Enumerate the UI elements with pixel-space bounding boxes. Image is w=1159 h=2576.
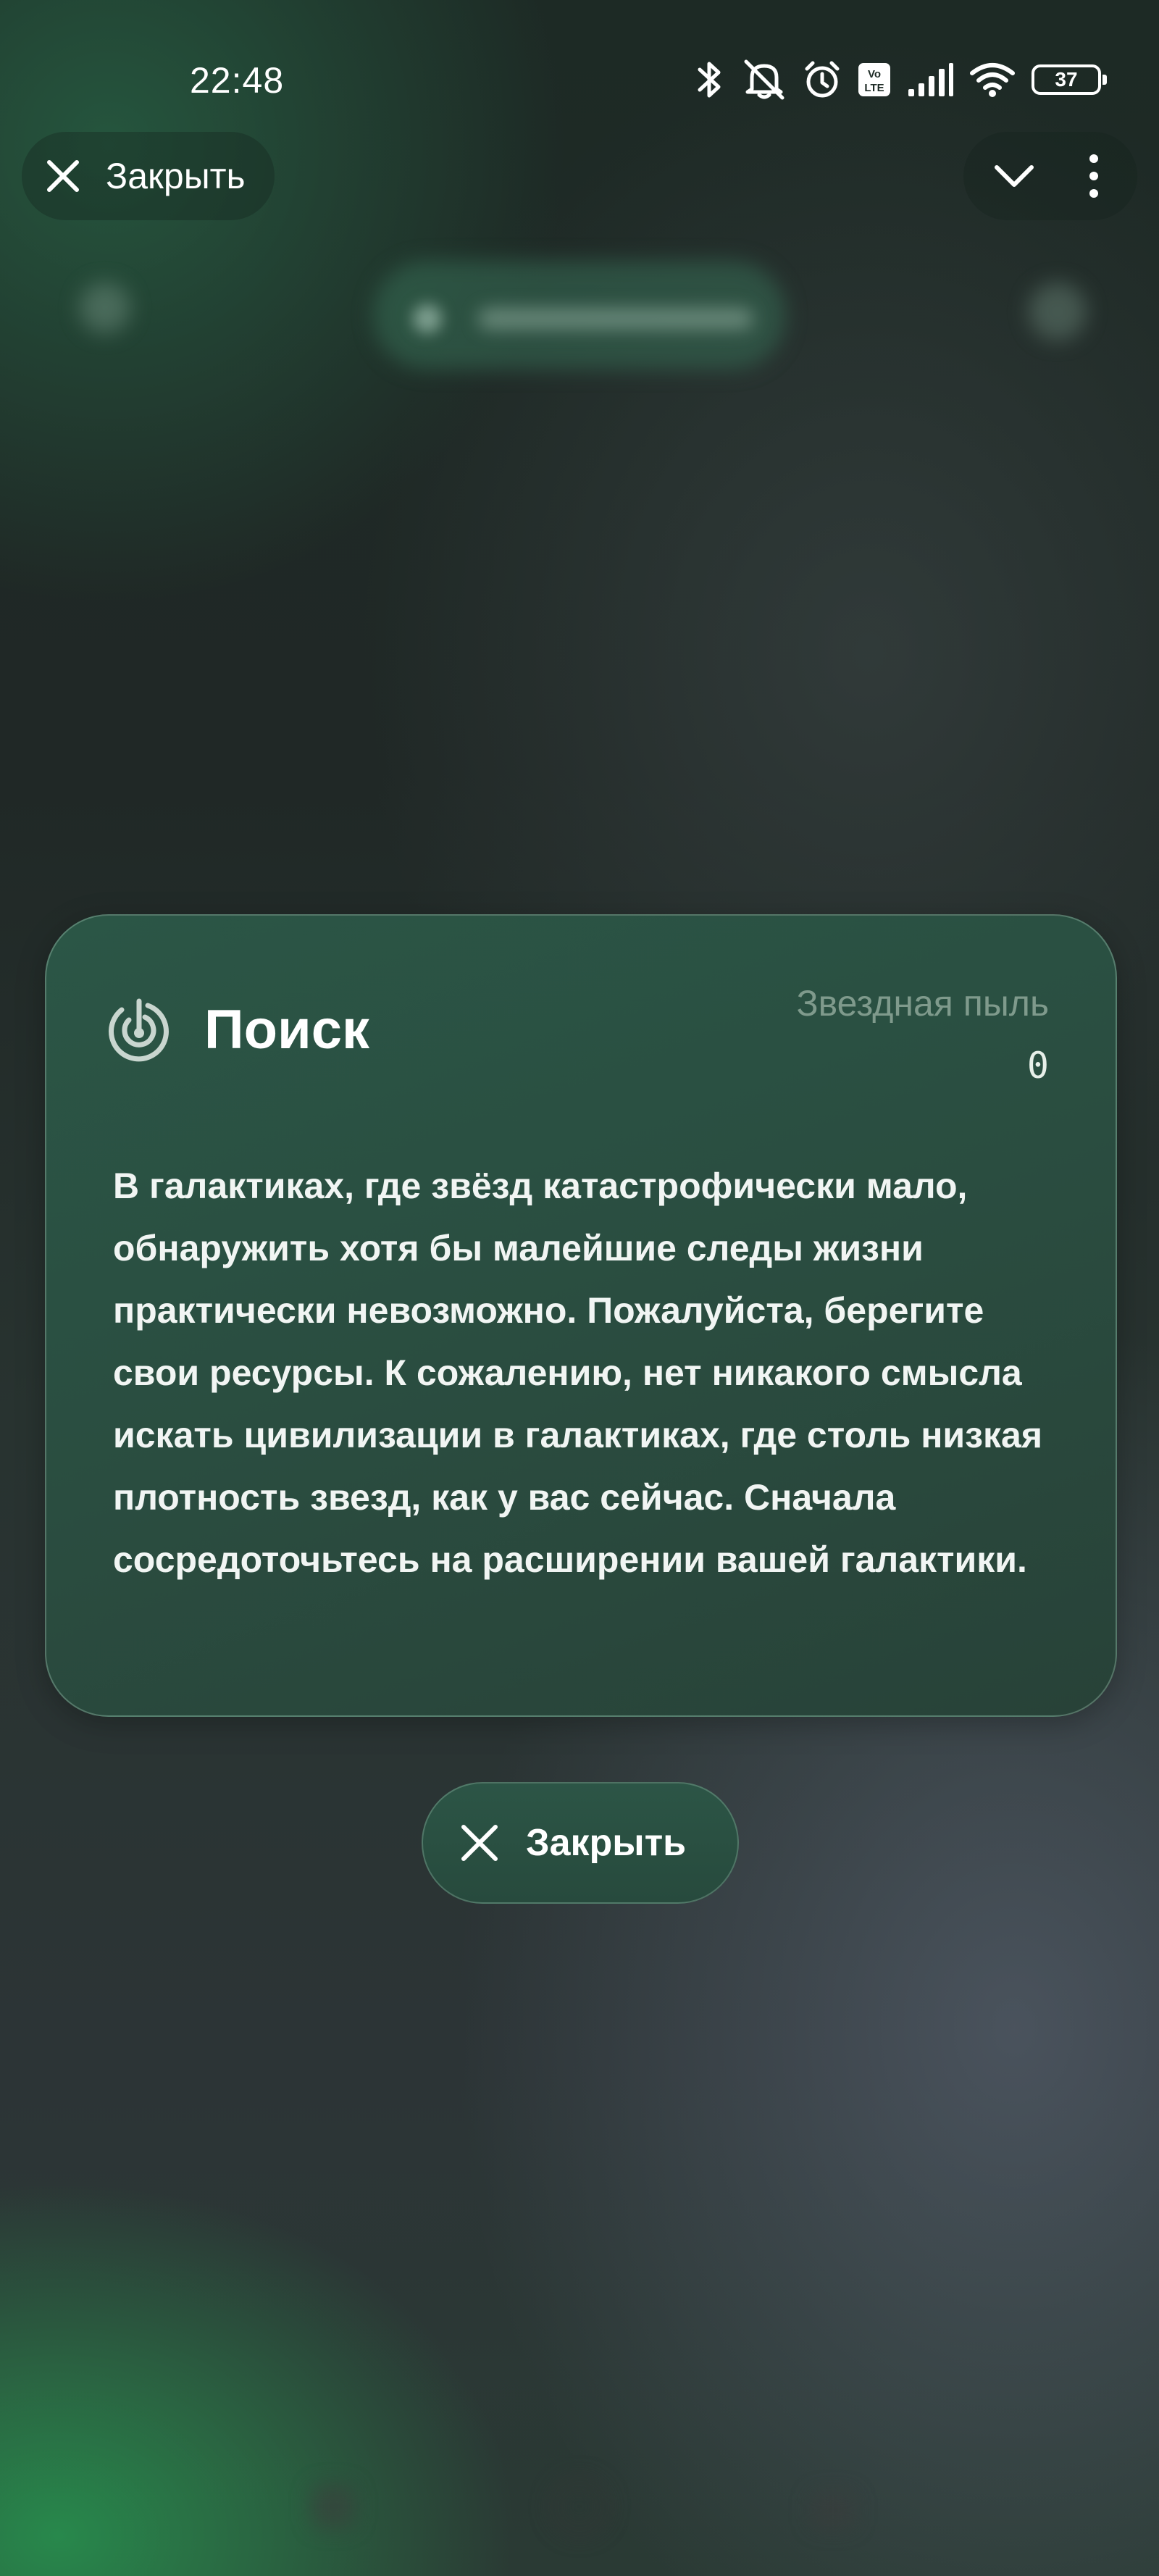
wifi-icon [970,63,1015,97]
close-icon [461,1825,498,1861]
dialog-title: Поиск [204,999,370,1061]
dialog-close-label: Закрыть [526,1822,687,1864]
more-options-button[interactable] [1072,154,1116,198]
collapse-button[interactable] [992,154,1036,198]
background-blur-nav-right [811,2492,855,2528]
signal-icon [908,63,953,96]
top-close-button[interactable]: Закрыть [22,132,275,220]
stardust-label: Звездная пыль [796,983,1049,1024]
close-icon [47,160,79,192]
bell-off-icon [744,59,784,100]
search-radar-icon [108,998,169,1062]
dialog-close-button[interactable]: Закрыть [422,1782,739,1904]
background-blur-nav-left [311,2485,355,2528]
background-blur-dot [413,304,442,333]
search-dialog: Поиск Звездная пыль 0 В галактиках, где … [45,914,1117,1717]
battery-icon: 37 [1032,64,1107,95]
dialog-message: В галактиках, где звёзд катастрофически … [113,1166,1043,1580]
background-blur-nav-center [551,2477,608,2535]
stardust-value: 0 [1026,1045,1049,1087]
status-icons: Vo LTE 37 [694,58,1107,101]
battery-level: 37 [1055,68,1078,91]
alarm-icon [805,61,840,98]
status-time: 22:48 [190,60,285,101]
top-close-label: Закрыть [106,156,246,196]
background-blur-icon-right [1029,283,1087,340]
more-vertical-icon [1089,154,1098,198]
top-right-controls [963,132,1137,220]
svg-text:Vo: Vo [868,68,881,80]
bluetooth-icon [698,62,721,98]
background-blur-icon [80,283,130,333]
background-blur-text [478,308,753,330]
svg-text:LTE: LTE [864,82,884,94]
chevron-down-icon [995,165,1034,187]
volte-icon: Vo LTE [858,63,890,96]
